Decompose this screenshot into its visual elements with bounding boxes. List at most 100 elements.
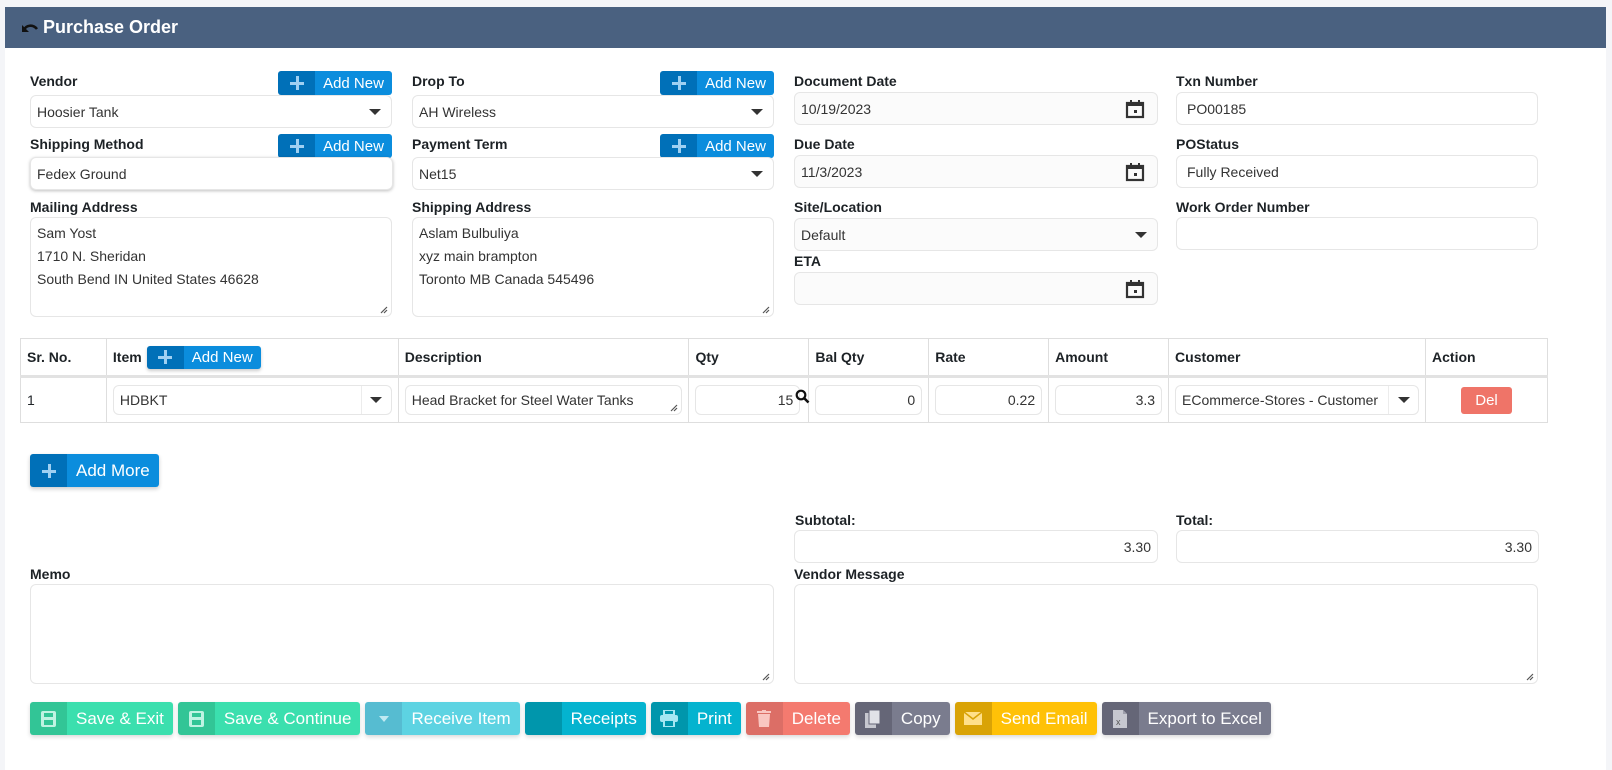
chevron-down-icon — [751, 170, 763, 177]
save-continue-button[interactable]: Save & Continue — [177, 702, 361, 735]
calendar-icon[interactable] — [1125, 162, 1145, 182]
work-order-number-input[interactable] — [1176, 217, 1538, 250]
resize-grip-icon[interactable] — [761, 672, 770, 681]
sr-no-cell: 1 — [20, 376, 107, 423]
undo-arrow-icon[interactable] — [21, 20, 39, 36]
column-header-customer: Customer — [1168, 338, 1427, 378]
svg-text:x: x — [1116, 717, 1121, 727]
calendar-icon[interactable] — [1125, 99, 1145, 119]
item-add-new-button[interactable]: Add New — [146, 345, 261, 369]
total-label: Total: — [1176, 512, 1214, 528]
shipping-address-line: Toronto MB Canada 545496 — [419, 271, 595, 287]
due-date-input[interactable]: 11/3/2023 — [794, 155, 1158, 188]
plus-icon — [660, 71, 697, 95]
bal-qty-input[interactable]: 0 — [815, 385, 923, 415]
site-location-label: Site/Location — [794, 199, 882, 215]
shipping-method-add-new-button[interactable]: Add New — [278, 134, 392, 158]
vendor-select[interactable]: Hoosier Tank — [30, 95, 392, 128]
subtotal-input[interactable]: 3.30 — [794, 530, 1158, 563]
total-input[interactable]: 3.30 — [1176, 530, 1539, 563]
po-status-input[interactable]: Fully Received — [1176, 155, 1538, 188]
payment-term-label: Payment Term — [412, 136, 508, 152]
customer-cell: ECommerce-Stores - Customer — [1168, 376, 1427, 423]
item-select[interactable]: HDBKT — [112, 385, 392, 415]
save-continue-label: Save & Continue — [214, 702, 361, 735]
plus-icon — [30, 454, 67, 487]
rate-cell: 0.22 — [928, 376, 1050, 423]
amount-input[interactable]: 3.3 — [1055, 385, 1163, 415]
customer-select[interactable]: ECommerce-Stores - Customer — [1175, 385, 1420, 415]
export-excel-label: Export to Excel — [1138, 702, 1271, 735]
rate-value: 0.22 — [1007, 392, 1036, 408]
rate-input[interactable]: 0.22 — [935, 385, 1043, 415]
print-button[interactable]: Print — [650, 702, 741, 735]
add-more-button[interactable]: Add More — [30, 454, 159, 487]
send-email-button[interactable]: Send Email — [954, 702, 1097, 735]
memo-label: Memo — [30, 566, 71, 582]
document-date-label: Document Date — [794, 73, 897, 89]
chevron-down-icon — [751, 108, 763, 115]
vendor-message-label: Vendor Message — [794, 566, 905, 582]
shipping-address-line: xyz main brampton — [419, 248, 538, 264]
resize-grip-icon[interactable] — [1525, 672, 1534, 681]
site-location-select[interactable]: Default — [794, 218, 1158, 251]
column-header-amount: Amount — [1048, 338, 1170, 378]
mailing-address-textarea[interactable]: Sam Yost 1710 N. Sheridan South Bend IN … — [30, 217, 392, 317]
add-new-label: Add New — [697, 71, 774, 95]
drop-to-select[interactable]: AH Wireless — [412, 95, 774, 128]
due-date-value: 11/3/2023 — [801, 163, 863, 180]
export-excel-button[interactable]: x Export to Excel — [1101, 702, 1271, 735]
item-header-label: Item — [112, 349, 142, 365]
receipts-button[interactable]: Receipts — [524, 702, 646, 735]
vendor-add-new-button[interactable]: Add New — [278, 71, 392, 95]
document-date-value: 10/19/2023 — [801, 100, 872, 117]
shipping-address-line: Aslam Bulbuliya — [419, 225, 519, 241]
qty-cell: 15 — [688, 376, 810, 423]
description-value: Head Bracket for Steel Water Tanks — [411, 392, 634, 408]
copy-button[interactable]: Copy — [854, 702, 950, 735]
document-date-input[interactable]: 10/19/2023 — [794, 92, 1158, 125]
customer-value: ECommerce-Stores - Customer — [1182, 392, 1379, 408]
item-value: HDBKT — [119, 392, 168, 408]
memo-textarea[interactable] — [30, 584, 774, 684]
search-icon[interactable] — [795, 389, 810, 404]
qty-value: 15 — [777, 392, 794, 408]
vendor-message-textarea[interactable] — [794, 584, 1538, 684]
resize-grip-icon[interactable] — [669, 403, 678, 412]
send-email-label: Send Email — [991, 702, 1097, 735]
shipping-address-textarea[interactable]: Aslam Bulbuliya xyz main brampton Toront… — [412, 217, 774, 317]
qty-input[interactable]: 15 — [695, 385, 801, 415]
drop-to-value: AH Wireless — [419, 103, 497, 120]
excel-file-icon: x — [1101, 702, 1139, 735]
description-textarea[interactable]: Head Bracket for Steel Water Tanks — [404, 385, 683, 415]
txn-number-label: Txn Number — [1176, 73, 1258, 89]
delete-row-button[interactable]: Del — [1461, 386, 1513, 414]
shipping-method-input[interactable]: Fedex Ground — [30, 157, 393, 190]
resize-grip-icon[interactable] — [379, 305, 388, 314]
printer-icon — [650, 702, 688, 735]
subtotal-value: 3.30 — [1123, 538, 1151, 555]
column-header-description: Description — [397, 338, 690, 378]
resize-grip-icon[interactable] — [761, 305, 770, 314]
envelope-icon — [954, 702, 992, 735]
eta-input[interactable] — [794, 272, 1158, 305]
vendor-label: Vendor — [30, 73, 78, 89]
plus-icon — [660, 134, 697, 158]
total-value: 3.30 — [1504, 538, 1532, 555]
save-exit-button[interactable]: Save & Exit — [30, 702, 173, 735]
delete-button[interactable]: Delete — [745, 702, 850, 735]
description-cell: Head Bracket for Steel Water Tanks — [397, 376, 690, 423]
mailing-address-line: Sam Yost — [37, 225, 97, 241]
plus-icon — [146, 345, 184, 369]
eta-label: ETA — [794, 253, 821, 269]
mailing-address-label: Mailing Address — [30, 199, 138, 215]
drop-to-add-new-button[interactable]: Add New — [660, 71, 774, 95]
column-header-action: Action — [1425, 338, 1548, 378]
payment-term-add-new-button[interactable]: Add New — [660, 134, 774, 158]
receive-item-button[interactable]: Receive Item — [365, 702, 520, 735]
txn-number-input[interactable]: PO00185 — [1176, 92, 1538, 125]
calendar-icon[interactable] — [1125, 279, 1145, 299]
payment-term-select[interactable]: Net15 — [412, 157, 774, 190]
plus-icon — [278, 134, 315, 158]
work-order-number-label: Work Order Number — [1176, 199, 1310, 215]
